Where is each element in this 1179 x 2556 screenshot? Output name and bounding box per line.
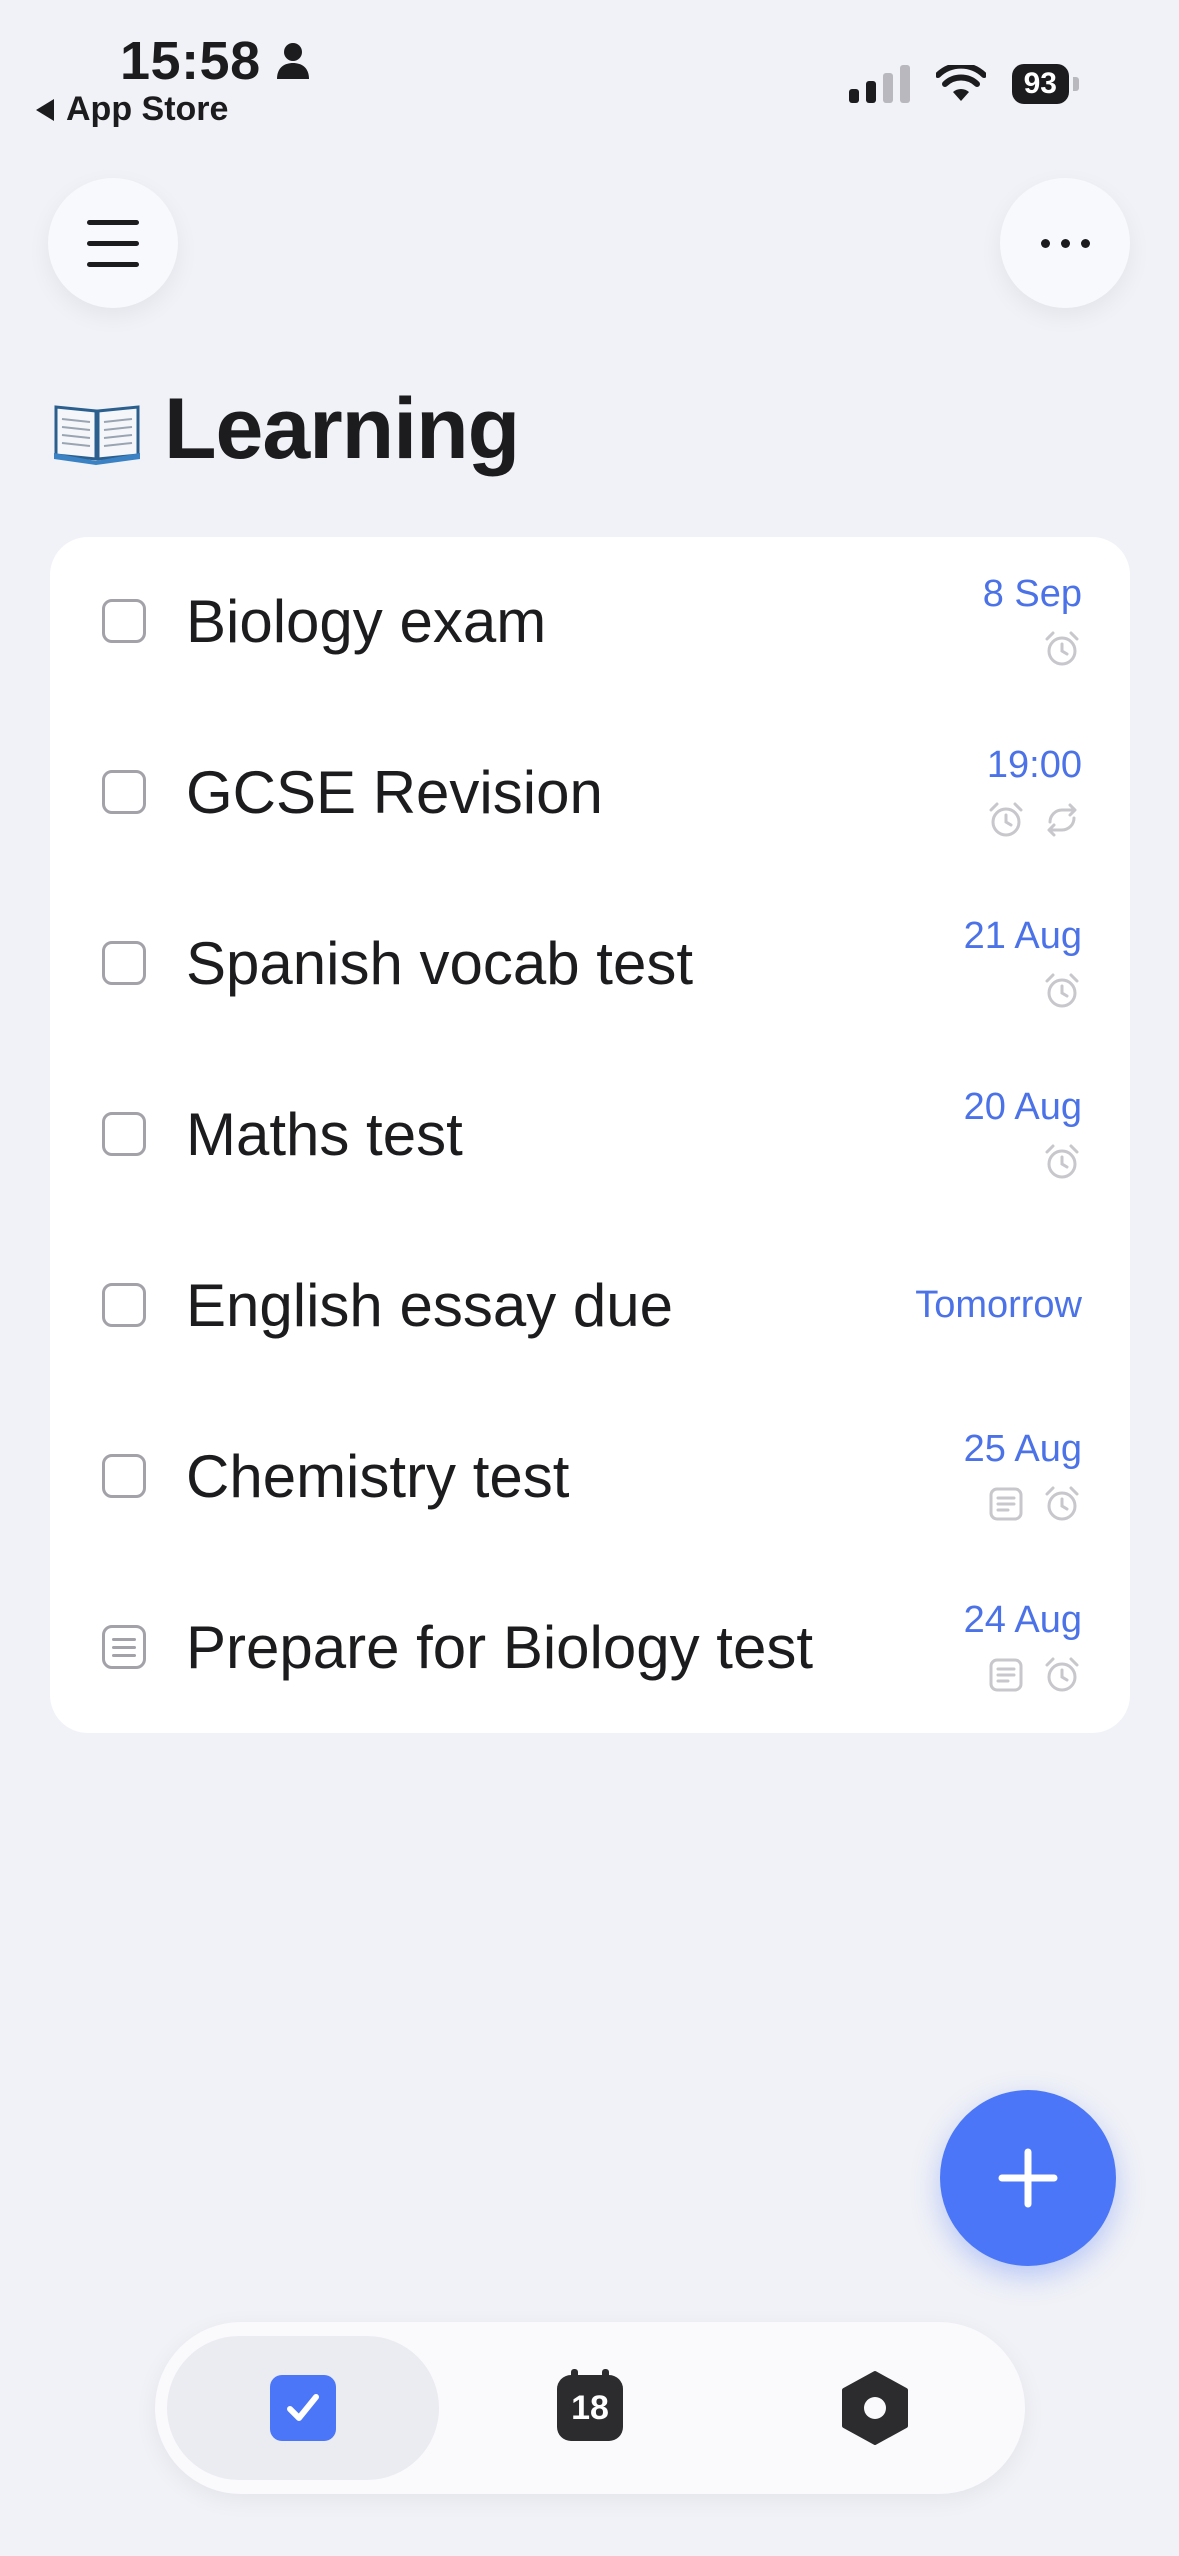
task-indicators (986, 1655, 1082, 1695)
bottom-tab-bar: 18 (155, 2322, 1025, 2494)
hamburger-icon (87, 219, 139, 267)
battery-level: 93 (1011, 64, 1069, 104)
calendar-day: 18 (571, 2388, 609, 2427)
alarm-icon (1045, 973, 1079, 1008)
repeat-icon (1047, 803, 1077, 837)
status-indicators: 93 (848, 64, 1079, 104)
alarm-icon (1045, 631, 1079, 666)
task-checkbox[interactable] (102, 770, 146, 814)
task-title: English essay due (186, 1272, 673, 1339)
ellipsis-icon (1040, 238, 1090, 248)
menu-button[interactable] (48, 178, 178, 308)
tab-focus[interactable] (815, 2348, 935, 2468)
task-due-date: 21 Aug (963, 915, 1082, 957)
status-time-text: 15:58 (120, 31, 261, 91)
task-indicators (1042, 971, 1082, 1011)
task-due-date: 25 Aug (963, 1428, 1082, 1470)
task-row[interactable]: Chemistry test 25 Aug (50, 1392, 1130, 1563)
task-indicators (986, 1484, 1082, 1524)
alarm-icon (1045, 1657, 1079, 1692)
task-indicators (1042, 629, 1082, 669)
checkbox-checked-icon (270, 2375, 336, 2441)
calendar-icon: 18 (557, 2369, 623, 2441)
task-checkbox[interactable] (102, 1454, 146, 1498)
battery-tip (1073, 77, 1079, 91)
wifi-icon (935, 65, 986, 101)
task-due-date: 24 Aug (963, 1599, 1082, 1641)
task-due-date: Tomorrow (915, 1284, 1082, 1326)
list-title-row: Learning (52, 380, 520, 479)
focus-hexagon-icon (842, 2371, 908, 2445)
list-title: Learning (164, 381, 520, 477)
cellular-signal-icon (848, 65, 910, 103)
alarm-icon (1045, 1486, 1079, 1521)
back-label: App Store (66, 90, 229, 128)
alarm-icon (1045, 1144, 1079, 1179)
tab-tasks[interactable] (243, 2348, 363, 2468)
task-list-card: Biology exam 8 Sep GCSE Revision 19:00 S… (50, 537, 1130, 1733)
task-checkbox[interactable] (102, 599, 146, 643)
task-title: Maths test (186, 1101, 463, 1168)
task-title: GCSE Revision (186, 759, 603, 826)
task-row[interactable]: GCSE Revision 19:00 (50, 708, 1130, 879)
task-title: Biology exam (186, 588, 547, 655)
task-due-date: 8 Sep (982, 573, 1082, 615)
task-indicators (986, 800, 1082, 840)
back-arrow-icon (36, 98, 54, 121)
task-row[interactable]: Spanish vocab test 21 Aug (50, 879, 1130, 1050)
task-checkbox[interactable] (102, 1283, 146, 1327)
alarm-icon (989, 802, 1023, 837)
task-indicators (1042, 1142, 1082, 1182)
status-time: 15:58 (120, 30, 311, 92)
task-title: Chemistry test (186, 1443, 570, 1510)
open-book-icon (54, 404, 140, 465)
back-to-app-store[interactable]: App Store (36, 90, 228, 129)
task-due-date: 20 Aug (963, 1086, 1082, 1128)
task-checkbox[interactable] (102, 1112, 146, 1156)
tab-calendar[interactable]: 18 (530, 2348, 650, 2468)
task-row[interactable]: English essay due Tomorrow (50, 1221, 1130, 1392)
task-row[interactable]: Biology exam 8 Sep (50, 537, 1130, 708)
note-icon (989, 1487, 1023, 1521)
task-due-date: 19:00 (986, 744, 1082, 786)
task-row[interactable]: Prepare for Biology test 24 Aug (50, 1563, 1130, 1734)
more-options-button[interactable] (1000, 178, 1130, 308)
add-task-button[interactable] (940, 2090, 1116, 2266)
note-icon (989, 1658, 1023, 1692)
plus-icon (998, 2148, 1058, 2208)
task-title: Prepare for Biology test (186, 1614, 813, 1681)
task-title: Spanish vocab test (186, 930, 693, 997)
task-checkbox[interactable] (102, 941, 146, 985)
person-icon (276, 43, 309, 79)
note-task-icon[interactable] (102, 1625, 146, 1669)
task-row[interactable]: Maths test 20 Aug (50, 1050, 1130, 1221)
battery-indicator: 93 (1011, 64, 1079, 104)
